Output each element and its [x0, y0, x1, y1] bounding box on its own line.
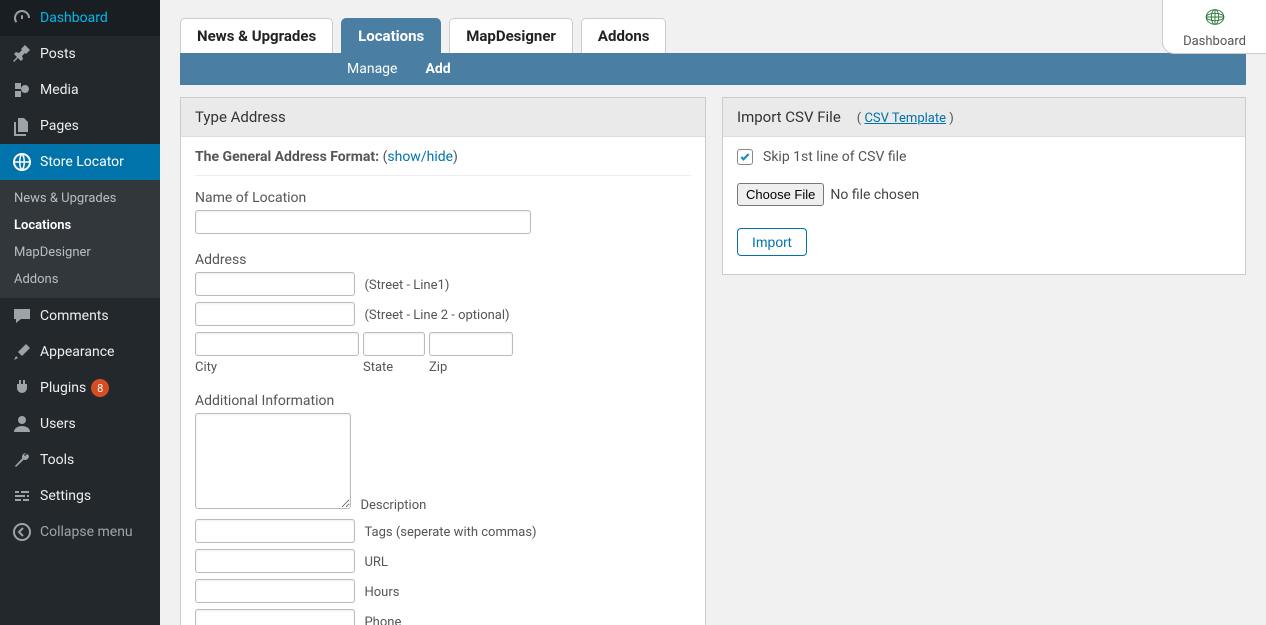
address-label: Address	[195, 252, 691, 268]
sidebar-label: Posts	[40, 46, 76, 62]
addl-label: Additional Information	[195, 393, 691, 409]
sidebar-label: Users	[40, 416, 76, 432]
sidebar-sub-addons[interactable]: Addons	[0, 266, 160, 293]
sidebar-label: Comments	[40, 308, 109, 324]
state-label: State	[363, 360, 429, 375]
globe-logo-icon	[1200, 6, 1230, 28]
address-format-row: The General Address Format: (show/hide)	[195, 149, 691, 165]
sidebar-label: Pages	[40, 118, 79, 134]
tab-addons[interactable]: Addons	[581, 18, 667, 53]
subtab-manage[interactable]: Manage	[347, 61, 397, 77]
dashboard-badge-label: Dashboard	[1173, 34, 1256, 49]
sidebar-item-tools[interactable]: Tools	[0, 442, 160, 478]
user-icon	[12, 414, 32, 434]
zip-input[interactable]	[429, 332, 513, 356]
street1-input[interactable]	[195, 272, 355, 296]
check-icon	[739, 151, 751, 163]
brush-icon	[12, 342, 32, 362]
sidebar-sub-mapdesigner[interactable]: MapDesigner	[0, 239, 160, 266]
csv-template-link[interactable]: CSV Template	[864, 111, 946, 126]
city-label: City	[195, 360, 363, 375]
file-chosen-status: No file chosen	[830, 187, 919, 203]
sidebar-label: Collapse menu	[40, 524, 133, 540]
import-button[interactable]: Import	[737, 228, 807, 256]
description-label: Description	[360, 498, 426, 513]
sidebar-label: Settings	[40, 488, 91, 504]
sidebar-item-appearance[interactable]: Appearance	[0, 334, 160, 370]
zip-label: Zip	[429, 360, 447, 375]
sidebar-label: Media	[40, 82, 79, 98]
sidebar-item-dashboard[interactable]: Dashboard	[0, 0, 160, 36]
skip-first-line-checkbox[interactable]	[737, 149, 753, 165]
sliders-icon	[12, 486, 32, 506]
state-input[interactable]	[363, 332, 425, 356]
sidebar-label: Store Locator	[40, 154, 124, 170]
choose-file-button[interactable]: Choose File	[737, 183, 824, 206]
sub-tabs: Manage Add	[180, 53, 1246, 85]
sidebar-sub-news[interactable]: News & Upgrades	[0, 185, 160, 212]
phone-input[interactable]	[195, 609, 355, 625]
sidebar-submenu: News & Upgrades Locations MapDesigner Ad…	[0, 180, 160, 298]
plugins-badge: 8	[91, 379, 109, 397]
street2-input[interactable]	[195, 302, 355, 326]
sidebar-item-store-locator[interactable]: Store Locator	[0, 144, 160, 180]
skip-first-line-label: Skip 1st line of CSV file	[763, 149, 906, 165]
admin-sidebar: Dashboard Posts Media Pages Store Locato…	[0, 0, 160, 625]
sidebar-label: Tools	[40, 452, 74, 468]
comment-icon	[12, 306, 32, 326]
sidebar-label: Dashboard	[40, 10, 108, 26]
sidebar-item-settings[interactable]: Settings	[0, 478, 160, 514]
type-address-header: Type Address	[181, 98, 705, 137]
type-address-panel: Type Address The General Address Format:…	[180, 97, 706, 625]
sidebar-sub-locations[interactable]: Locations	[0, 212, 160, 239]
sidebar-label: Appearance	[40, 344, 114, 360]
hours-label: Hours	[364, 585, 399, 600]
wrench-icon	[12, 450, 32, 470]
collapse-icon	[12, 522, 32, 542]
tab-container: News & Upgrades Locations MapDesigner Ad…	[180, 18, 1246, 85]
tab-news[interactable]: News & Upgrades	[180, 18, 333, 53]
plug-icon	[12, 378, 32, 398]
showhide-link[interactable]: show/hide	[387, 149, 453, 165]
dashboard-icon	[12, 8, 32, 28]
sidebar-item-pages[interactable]: Pages	[0, 108, 160, 144]
primary-tabs: News & Upgrades Locations MapDesigner Ad…	[180, 18, 1246, 53]
sidebar-item-comments[interactable]: Comments	[0, 298, 160, 334]
subtab-add[interactable]: Add	[425, 61, 450, 77]
url-label: URL	[364, 555, 387, 570]
sidebar-collapse[interactable]: Collapse menu	[0, 514, 160, 550]
media-icon	[12, 80, 32, 100]
street1-hint: (Street - Line1)	[364, 278, 449, 293]
globe-icon	[12, 152, 32, 172]
pages-icon	[12, 116, 32, 136]
tags-label: Tags (seperate with commas)	[364, 525, 536, 540]
dashboard-badge[interactable]: Dashboard	[1162, 0, 1266, 54]
pin-icon	[12, 44, 32, 64]
sidebar-item-plugins[interactable]: Plugins 8	[0, 370, 160, 406]
sidebar-label: Plugins	[40, 380, 86, 396]
sidebar-item-posts[interactable]: Posts	[0, 36, 160, 72]
main-content: Dashboard News & Upgrades Locations MapD…	[160, 0, 1266, 625]
tab-mapdesigner[interactable]: MapDesigner	[449, 18, 573, 53]
sidebar-item-users[interactable]: Users	[0, 406, 160, 442]
name-label: Name of Location	[195, 190, 691, 206]
import-csv-panel: Import CSV File ( CSV Template ) Skip 1s…	[722, 97, 1246, 275]
description-textarea[interactable]	[195, 413, 351, 509]
name-input[interactable]	[195, 210, 531, 234]
tab-locations[interactable]: Locations	[341, 18, 441, 53]
sidebar-item-media[interactable]: Media	[0, 72, 160, 108]
url-input[interactable]	[195, 549, 355, 573]
city-input[interactable]	[195, 332, 359, 356]
phone-label: Phone	[364, 615, 401, 625]
street2-hint: (Street - Line 2 - optional)	[364, 308, 509, 323]
hours-input[interactable]	[195, 579, 355, 603]
import-csv-header: Import CSV File ( CSV Template )	[723, 98, 1245, 137]
tags-input[interactable]	[195, 519, 355, 543]
